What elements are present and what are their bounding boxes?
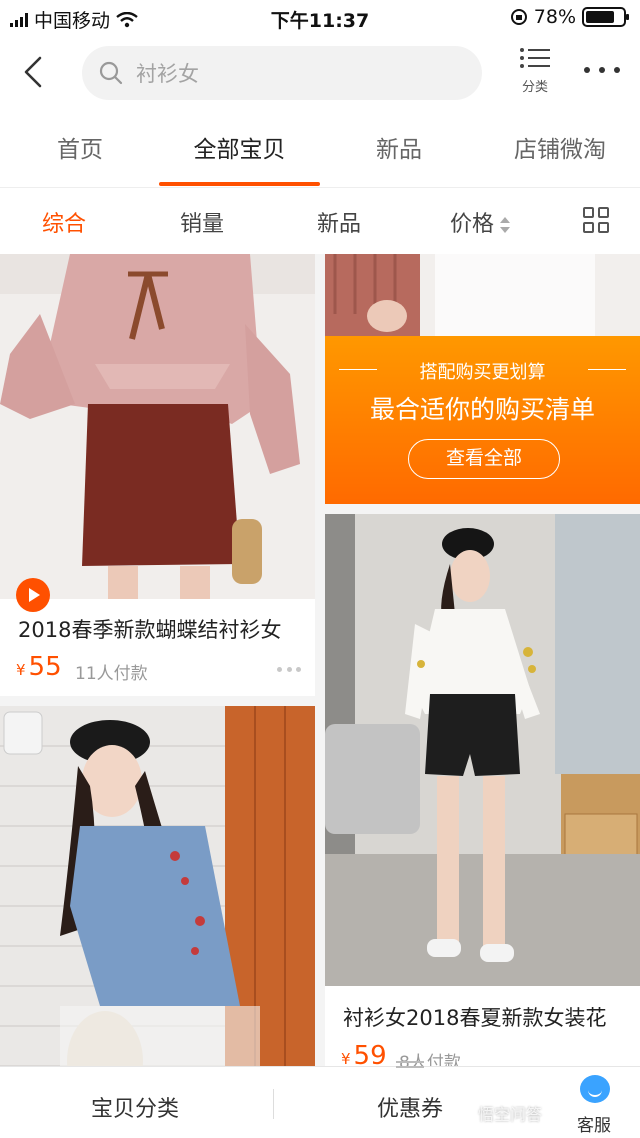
- product-image[interactable]: [325, 514, 640, 986]
- product-image[interactable]: [325, 254, 640, 336]
- grid-view-icon[interactable]: [583, 207, 609, 233]
- product-title[interactable]: 2018春季新款蝴蝶结衬衫女: [18, 614, 281, 644]
- currency-symbol: ¥: [16, 661, 26, 679]
- sort-bar: 综合 销量 新品 价格: [0, 188, 640, 254]
- battery-percent: 78%: [533, 6, 576, 28]
- list-icon: [520, 48, 550, 68]
- promo-banner[interactable]: 搭配购买更划算 最合适你的购买清单 查看全部: [325, 336, 640, 504]
- service-label: 客服: [577, 1116, 611, 1136]
- search-icon: [99, 61, 123, 85]
- battery-icon: [582, 7, 629, 27]
- product-price: ¥55: [16, 652, 62, 682]
- tab-home[interactable]: 首页: [40, 130, 120, 164]
- shop-tabs: 首页 全部宝贝 新品 店铺微淘: [0, 112, 640, 188]
- sold-count: 11人付款: [75, 664, 148, 684]
- tab-weitao[interactable]: 店铺微淘: [500, 130, 620, 164]
- active-tab-indicator: [159, 182, 320, 186]
- sort-price[interactable]: 价格: [450, 206, 511, 238]
- watermark: 悟空问答: [478, 1105, 543, 1124]
- product-title[interactable]: 衬衫女2018春夏新款女装花: [343, 1002, 606, 1032]
- drag-handle-icon[interactable]: [396, 1061, 424, 1071]
- back-icon[interactable]: [14, 50, 54, 94]
- more-icon[interactable]: [584, 58, 620, 82]
- tab-new[interactable]: 新品: [359, 130, 439, 164]
- divider: [273, 1089, 274, 1119]
- product-card[interactable]: 衬衫女2018春夏新款女装花 ¥59 8人付款: [325, 514, 640, 1138]
- customer-service-button[interactable]: 客服: [548, 1075, 640, 1138]
- bottom-bar: 宝贝分类 优惠券 悟空问答 客服: [0, 1061, 640, 1138]
- rotation-lock-icon: [510, 9, 527, 25]
- item-category-button[interactable]: 宝贝分类: [70, 1091, 200, 1123]
- sort-sales[interactable]: 销量: [180, 206, 224, 238]
- more-options-icon[interactable]: [277, 667, 301, 673]
- price-value: 55: [28, 652, 62, 682]
- tab-all-items[interactable]: 全部宝贝: [159, 130, 320, 164]
- category-button[interactable]: 分类: [512, 46, 558, 95]
- coupon-button[interactable]: 优惠券: [345, 1091, 475, 1123]
- top-nav: 衬衫女 分类: [0, 36, 640, 112]
- promo-title: 最合适你的购买清单: [369, 395, 595, 424]
- sort-new[interactable]: 新品: [317, 206, 361, 238]
- status-bar: 中国移动 下午11:37 78%: [0, 0, 640, 36]
- category-label: 分类: [521, 80, 548, 95]
- video-play-icon[interactable]: [16, 578, 50, 612]
- sort-comprehensive[interactable]: 综合: [42, 206, 86, 238]
- search-bar[interactable]: 衬衫女: [82, 46, 482, 100]
- sort-price-label: 价格: [450, 212, 495, 237]
- sort-arrows-icon: [500, 217, 511, 233]
- product-card[interactable]: 2018春季新款蝴蝶结衬衫女 ¥55 11人付款: [0, 254, 315, 696]
- battery-level: [586, 11, 615, 23]
- search-input[interactable]: 衬衫女: [136, 58, 199, 88]
- product-image[interactable]: [0, 254, 315, 599]
- product-feed: 2018春季新款蝴蝶结衬衫女 ¥55 11人付款 搭配购买更划算 最合适你的购买…: [0, 254, 640, 1138]
- chat-icon: [580, 1075, 610, 1103]
- view-all-button[interactable]: 查看全部: [408, 439, 560, 479]
- promo-subtitle: 搭配购买更划算: [325, 358, 640, 384]
